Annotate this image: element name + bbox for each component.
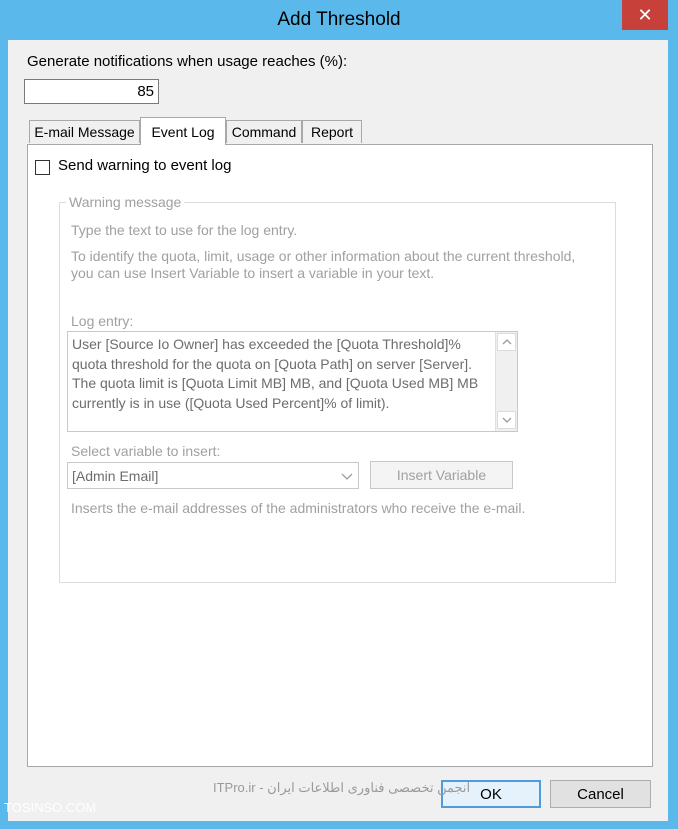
instruction-text: To identify the quota, limit, usage or o…	[71, 248, 576, 264]
window-title: Add Threshold	[277, 9, 401, 30]
threshold-label: Generate notifications when usage reache…	[27, 53, 348, 70]
instruction-text: you can use Insert Variable to insert a …	[71, 265, 435, 281]
tab-command[interactable]: Command	[226, 120, 302, 143]
cancel-label: Cancel	[577, 785, 624, 803]
tab-report[interactable]: Report	[302, 120, 362, 143]
close-button[interactable]: ✕	[622, 0, 668, 30]
chevron-down-icon	[502, 417, 511, 423]
ok-label: OK	[480, 785, 502, 803]
instruction-text: Type the text to use for the log entry.	[71, 222, 298, 238]
tab-event-log[interactable]: Event Log	[140, 117, 226, 145]
tab-label: Command	[231, 124, 297, 140]
log-entry-text: User [Source Io Owner] has exceeded the …	[72, 335, 494, 413]
threshold-value: 85	[137, 83, 154, 100]
log-entry-scrollbar[interactable]	[495, 332, 517, 431]
dialog-window: Add Threshold ✕ Generate notifications w…	[0, 0, 678, 829]
variable-description: Inserts the e-mail addresses of the admi…	[71, 500, 526, 516]
send-warning-checkbox[interactable]	[35, 160, 50, 175]
insert-variable-label: Insert Variable	[396, 467, 487, 483]
variable-select[interactable]: [Admin Email]	[67, 462, 359, 489]
tab-email-message[interactable]: E-mail Message	[29, 120, 140, 143]
log-entry-textarea[interactable]: User [Source Io Owner] has exceeded the …	[67, 331, 518, 432]
warning-message-group-title: Warning message	[66, 194, 185, 210]
tab-label: Event Log	[151, 123, 215, 140]
chevron-down-icon	[341, 473, 353, 480]
title-bar[interactable]: Add Threshold ✕	[0, 0, 678, 40]
tab-label: Report	[310, 124, 354, 140]
log-entry-line: User [Source Io Owner] has exceeded the …	[72, 336, 461, 352]
tab-label: E-mail Message	[34, 124, 135, 140]
chevron-up-icon	[502, 339, 511, 345]
itpro-watermark: ITPro.ir - انجمن تخصصی فناوری اطلاعات ای…	[213, 780, 471, 795]
close-icon: ✕	[637, 4, 653, 25]
select-variable-label: Select variable to insert:	[71, 443, 221, 459]
log-entry-line: quota threshold for the quota on [Quota …	[72, 355, 473, 372]
threshold-input[interactable]: 85	[24, 79, 159, 104]
send-warning-label[interactable]: Send warning to event log	[58, 157, 231, 174]
scroll-up-button[interactable]	[497, 333, 516, 351]
log-entry-label: Log entry:	[71, 313, 134, 329]
log-entry-line: The quota limit is [Quota Limit MB] MB, …	[72, 375, 479, 391]
cancel-button[interactable]: Cancel	[550, 780, 651, 808]
insert-variable-button[interactable]: Insert Variable	[370, 461, 513, 489]
log-entry-line: currently is in use ([Quota Used Percent…	[72, 394, 390, 411]
scroll-down-button[interactable]	[497, 411, 516, 429]
variable-select-value: [Admin Email]	[72, 468, 159, 484]
tosinso-watermark: TOSINSO.COM	[4, 800, 97, 815]
